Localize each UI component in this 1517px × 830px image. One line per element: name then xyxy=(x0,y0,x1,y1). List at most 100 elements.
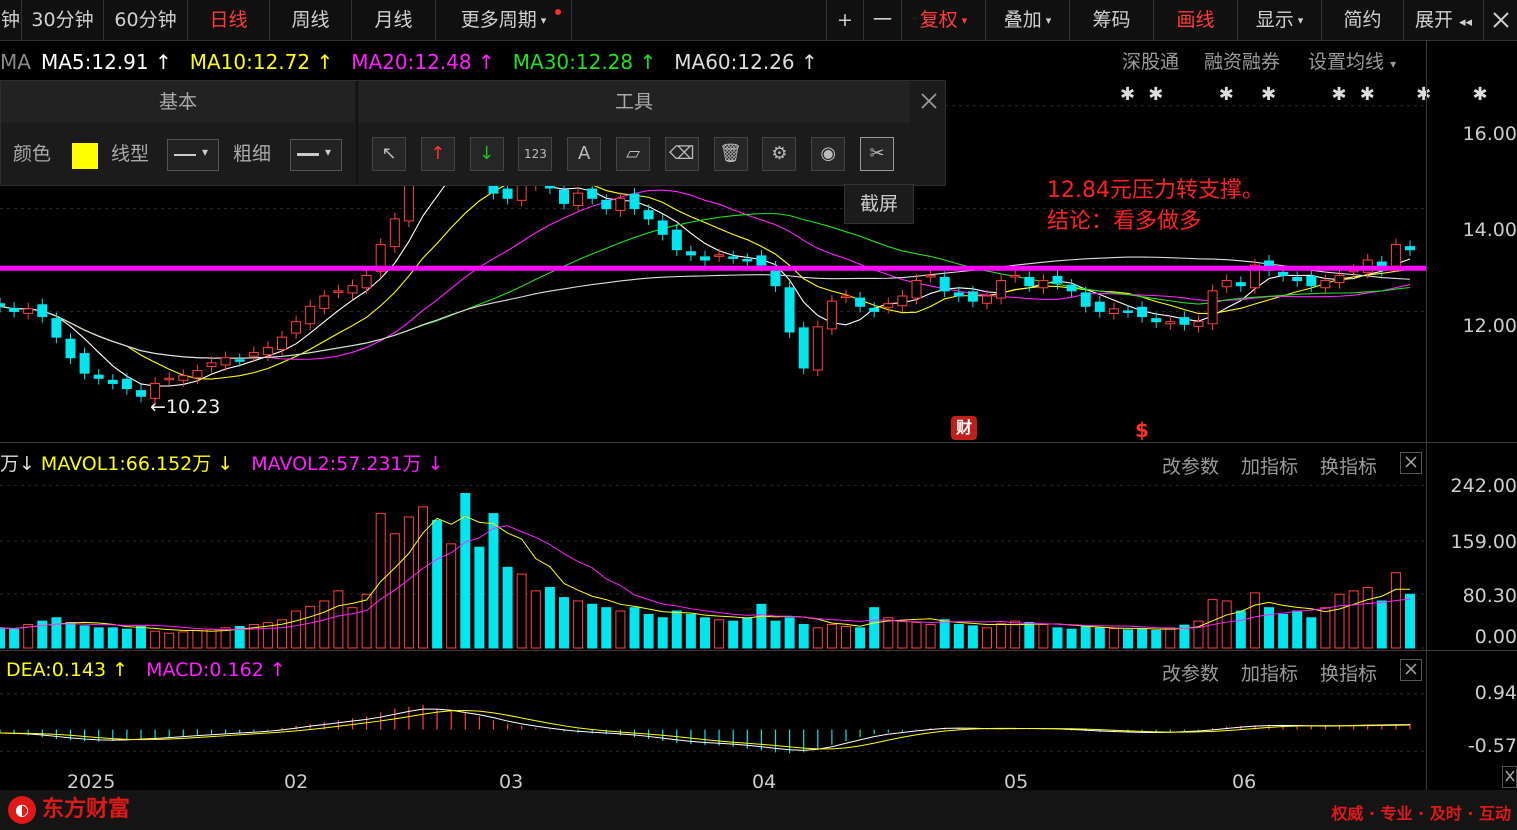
candle-body xyxy=(403,182,414,222)
macd-add-indicator-link[interactable]: 加指标 xyxy=(1241,659,1298,686)
tab-tools[interactable]: 工具 xyxy=(358,81,910,123)
candle-body xyxy=(629,193,640,210)
annotation-line2[interactable]: 结论：看多做多 xyxy=(1047,203,1201,235)
volume-bar xyxy=(629,607,640,649)
volume-bar xyxy=(925,623,936,649)
volume-bar xyxy=(1151,630,1162,649)
arrow-down-tool-button[interactable]: ↓ xyxy=(469,137,504,171)
candle-body xyxy=(1334,274,1345,284)
volume-bar xyxy=(206,628,217,649)
volume-tick-80: 80.30 xyxy=(1462,585,1517,607)
volume-bar xyxy=(474,546,485,649)
candle-body xyxy=(982,295,992,304)
vol-switch-indicator-link[interactable]: 换指标 xyxy=(1320,452,1377,479)
candle-body xyxy=(1207,290,1218,325)
volume-bar xyxy=(1334,593,1345,649)
candle-body xyxy=(178,375,189,381)
candle-body xyxy=(643,210,654,220)
candle-body xyxy=(728,256,739,259)
volume-bar xyxy=(784,617,795,649)
volume-bar xyxy=(319,600,330,649)
candle-body xyxy=(51,318,62,338)
news-event-marker: ✱ xyxy=(1120,84,1135,105)
volume-bar xyxy=(1010,620,1021,649)
candle-body xyxy=(136,390,146,397)
trash-tool-button[interactable]: 🗑 xyxy=(713,137,748,171)
candle-body xyxy=(1010,274,1021,278)
arrow-up-tool-button[interactable]: ↑ xyxy=(420,137,455,171)
candle-body xyxy=(23,308,34,314)
volume-bar xyxy=(756,603,767,649)
tab-basic[interactable]: 基本 xyxy=(1,81,355,123)
volume-bar xyxy=(1376,600,1387,649)
vol-add-indicator-link[interactable]: 加指标 xyxy=(1241,452,1298,479)
candle-body xyxy=(1278,271,1289,276)
panel-close-button[interactable] xyxy=(919,91,941,113)
volume-bar xyxy=(841,625,851,649)
line-type-select[interactable]: ▾ xyxy=(167,139,219,171)
vol-edit-params-link[interactable]: 改参数 xyxy=(1162,452,1219,479)
candle-body xyxy=(1292,276,1303,282)
gear-tool-button[interactable]: ⚙ xyxy=(762,137,797,171)
candle-body xyxy=(1193,321,1204,327)
volume-bar xyxy=(643,613,654,649)
thickness-select[interactable]: ▾ xyxy=(290,139,342,171)
volume-bar xyxy=(1348,590,1359,649)
ruler-tool-button[interactable]: ▱ xyxy=(616,137,650,171)
number-tool-button[interactable]: 123 xyxy=(518,137,553,171)
volume-bar xyxy=(121,628,132,649)
financial-report-badge[interactable]: 财 xyxy=(951,416,977,440)
candle-body xyxy=(1080,292,1091,307)
candle-body xyxy=(1066,284,1077,292)
vol-panel-close-button[interactable] xyxy=(1400,452,1422,474)
candle-body xyxy=(93,374,104,379)
volume-bar xyxy=(530,590,541,649)
annotation-line1[interactable]: 12.84元压力转支撑。 xyxy=(1047,172,1264,204)
drawing-tool-panel: 基本 工具 颜色 线型 ▾ 粗细 ▾ ↖ ↑ ↓ 123 A ▱ ⌫ 🗑 ⚙ ◉ ✂ xyxy=(0,80,946,186)
line-type-label: 线型 xyxy=(111,143,150,165)
color-swatch[interactable] xyxy=(72,143,98,169)
screenshot-tool-button[interactable]: ✂ xyxy=(860,137,894,171)
cursor-tool-button[interactable]: ↖ xyxy=(372,137,406,171)
candle-body xyxy=(121,378,132,390)
eraser-tool-button[interactable]: ⌫ xyxy=(664,137,699,171)
volume-bar xyxy=(361,593,372,649)
candle-body xyxy=(855,297,866,307)
axis-close-button[interactable] xyxy=(1502,766,1517,788)
macd-switch-indicator-link[interactable]: 换指标 xyxy=(1320,659,1377,686)
eraser-icon: ⌫ xyxy=(669,143,695,164)
volume-bar xyxy=(996,623,1007,649)
macd-edit-params-link[interactable]: 改参数 xyxy=(1162,659,1219,686)
volume-bar xyxy=(657,617,668,649)
brand-logo[interactable]: ◐ 东方财富 xyxy=(8,796,130,824)
candle-body xyxy=(869,307,880,312)
candle-body xyxy=(164,377,175,381)
volume-bar xyxy=(291,610,302,649)
eye-tool-button[interactable]: ◉ xyxy=(811,137,846,171)
mavol1-arrow: ↓ xyxy=(217,453,234,475)
text-tool-button[interactable]: A xyxy=(567,137,602,171)
macd-arrow: ↑ xyxy=(269,659,286,681)
thickness-sample xyxy=(297,153,319,156)
dea-arrow: ↑ xyxy=(112,659,129,681)
chevron-down-icon: ▾ xyxy=(202,145,209,159)
candle-body xyxy=(1320,280,1331,289)
macd-panel-close-button[interactable] xyxy=(1400,659,1422,681)
candle-body xyxy=(784,287,795,333)
volume-bar xyxy=(164,632,175,649)
volume-bar xyxy=(418,506,428,649)
mavol1-line xyxy=(0,515,1410,632)
dividend-marker[interactable]: $ xyxy=(1135,418,1149,442)
volume-bar xyxy=(79,625,90,649)
thickness-label: 粗细 xyxy=(233,143,272,165)
volume-bar xyxy=(389,533,400,649)
price-tick-14: 14.00 xyxy=(1462,219,1517,241)
volume-bar xyxy=(573,600,584,649)
volume-bar xyxy=(1052,627,1063,649)
volume-bar xyxy=(446,543,457,649)
volume-bar xyxy=(502,566,513,649)
event-markers: ✱✱✱✱✱✱✱✱✱ xyxy=(1120,84,1488,105)
mavol1-label: MAVOL1:66.152万 xyxy=(40,453,212,475)
eye-icon: ◉ xyxy=(820,143,837,164)
candle-body xyxy=(262,346,273,356)
